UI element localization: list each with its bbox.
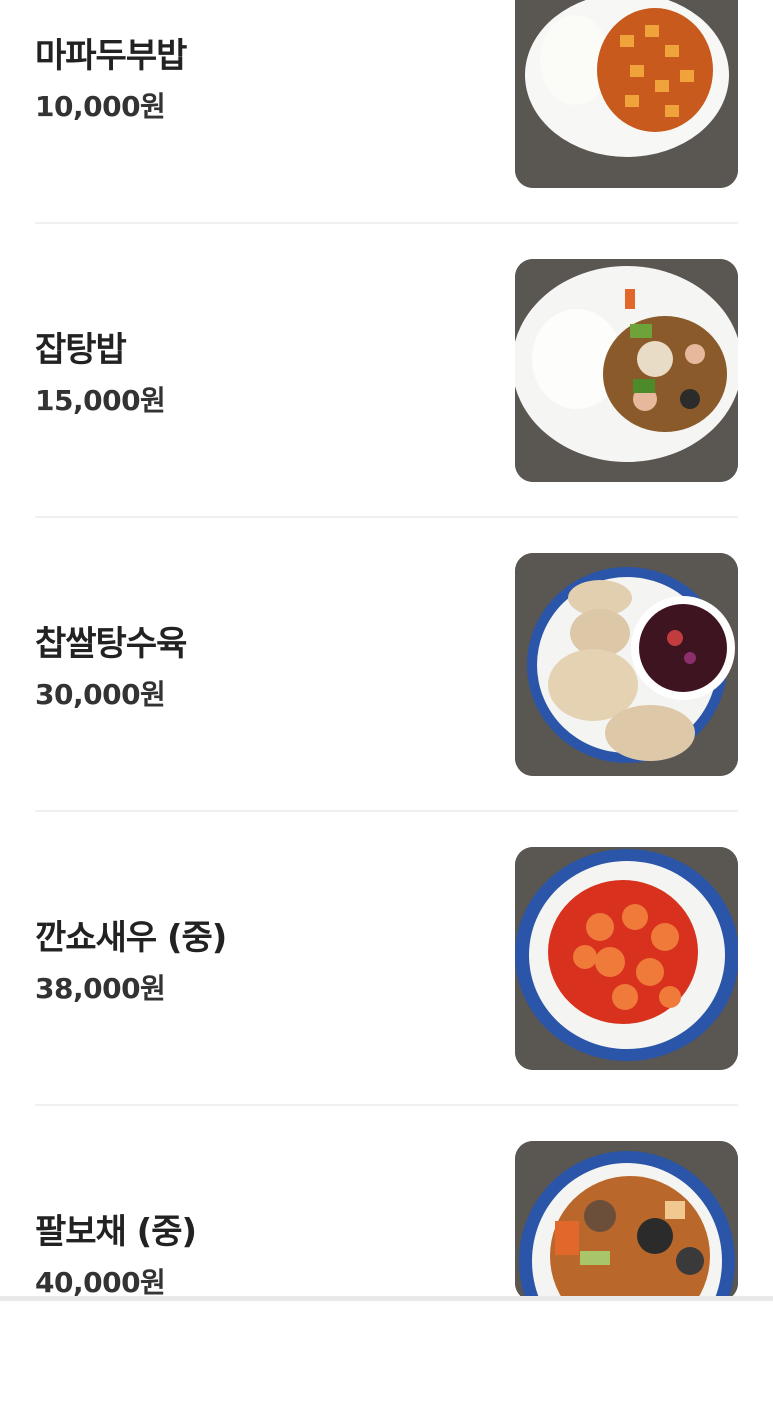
menu-item[interactable]: 마파두부밥 10,000원 bbox=[0, 0, 773, 234]
menu-item-name: 잡탕밥 bbox=[35, 330, 127, 370]
menu-item-name: 마파두부밥 bbox=[35, 36, 187, 76]
menu-item-price: 40,000원 bbox=[35, 1266, 166, 1299]
sweet-sour-pork-photo bbox=[515, 553, 738, 776]
chili-shrimp-photo bbox=[515, 847, 738, 1070]
menu-item[interactable]: 깐쇼새우 (중) 38,000원 bbox=[0, 822, 773, 1116]
divider bbox=[35, 1104, 738, 1106]
menu-item-price: 38,000원 bbox=[35, 972, 166, 1005]
japtang-rice-photo bbox=[515, 259, 738, 482]
mapo-tofu-rice-photo bbox=[515, 0, 738, 188]
menu-item-name: 찹쌀탕수육 bbox=[35, 624, 187, 664]
menu-item[interactable]: 팔보채 (중) 40,000원 bbox=[0, 1116, 773, 1410]
menu-item-price: 10,000원 bbox=[35, 90, 166, 123]
divider bbox=[35, 516, 738, 518]
menu-item-name: 팔보채 (중) bbox=[35, 1212, 197, 1252]
menu-item-price: 15,000원 bbox=[35, 384, 166, 417]
bottom-edge bbox=[0, 1296, 773, 1301]
divider bbox=[35, 810, 738, 812]
menu-item[interactable]: 찹쌀탕수육 30,000원 bbox=[0, 528, 773, 822]
palbochae-photo bbox=[515, 1141, 738, 1301]
menu-item-price: 30,000원 bbox=[35, 678, 166, 711]
divider bbox=[35, 222, 738, 224]
menu-item-name: 깐쇼새우 (중) bbox=[35, 918, 227, 958]
menu-item[interactable]: 잡탕밥 15,000원 bbox=[0, 234, 773, 528]
